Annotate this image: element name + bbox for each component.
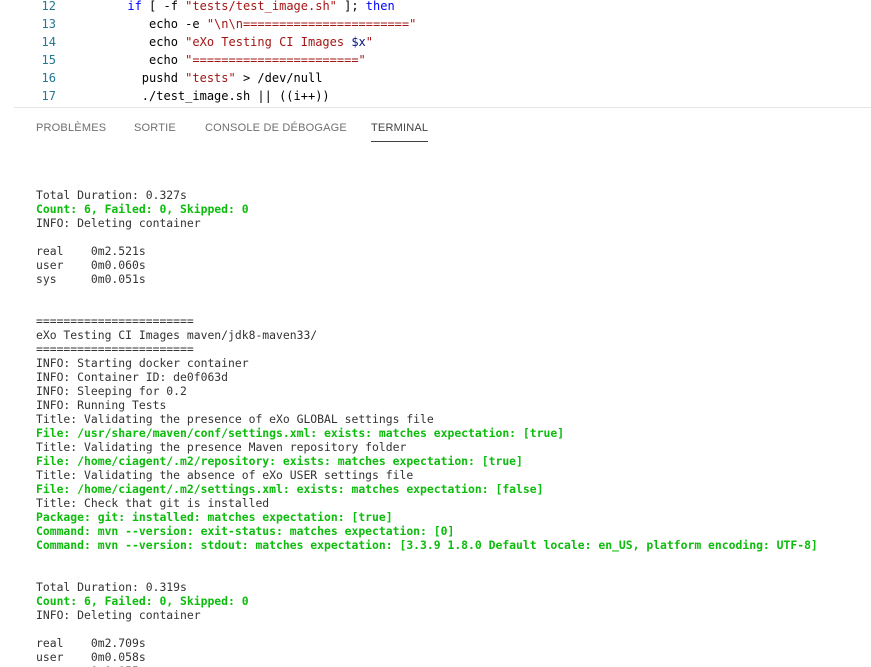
code-token: then: [365, 0, 395, 13]
line-number: 15: [41, 53, 56, 67]
code-token: pushd: [84, 71, 186, 85]
terminal-line: =======================: [36, 342, 194, 356]
terminal-line: Command: mvn --version: exit-status: mat…: [36, 524, 455, 538]
code-token: echo: [84, 53, 186, 67]
line-number: 14: [41, 35, 56, 49]
code-token: ": [365, 35, 374, 49]
terminal-line: =======================: [36, 314, 194, 328]
terminal-line: INFO: Running Tests: [36, 398, 167, 412]
code-text: if [ -f "tests/test_image.sh" ]; then: [84, 0, 395, 15]
code-token: "tests/test_image.sh": [185, 0, 337, 13]
tab-terminal-label: TERMINAL: [371, 122, 429, 134]
terminal-line: Package: git: installed: matches expecta…: [36, 510, 393, 524]
line-number: 17: [41, 89, 56, 103]
code-text: echo "=======================": [84, 51, 366, 69]
code-token: "eXo Testing CI Images: [185, 35, 352, 49]
code-token: if: [127, 0, 142, 13]
tab-problems-label: PROBLÈMES: [36, 122, 107, 134]
panel-tab-bar: PROBLÈMES SORTIE CONSOLE DE DÉBOGAGE TER…: [0, 108, 871, 144]
line-number: 13: [41, 17, 56, 31]
tab-output-label: SORTIE: [134, 122, 176, 134]
terminal-line: File: /home/ciagent/.m2/repository: exis…: [36, 454, 523, 468]
code-token: [ -f: [141, 0, 186, 13]
terminal-line: Title: Validating the presence of eXo GL…: [36, 412, 434, 426]
line-number: 12: [41, 0, 56, 13]
terminal-line: File: /usr/share/maven/conf/settings.xml…: [36, 426, 565, 440]
terminal-line: INFO: Container ID: de0f063d: [36, 370, 229, 384]
terminal-line: eXo Testing CI Images maven/jdk8-maven33…: [36, 328, 318, 342]
terminal-line: Title: Validating the presence Maven rep…: [36, 440, 407, 454]
terminal-line: INFO: Deleting container: [36, 608, 201, 622]
code-text: echo -e "\n\n=======================": [84, 15, 416, 33]
tab-output[interactable]: SORTIE: [134, 108, 176, 144]
tab-problems[interactable]: PROBLÈMES: [36, 108, 106, 144]
terminal-line: INFO: Sleeping for 0.2: [36, 384, 187, 398]
tab-debug-console-label: CONSOLE DE DÉBOGAGE: [205, 122, 347, 134]
terminal-line: sys 0m0.051s: [36, 272, 146, 286]
code-text: echo "eXo Testing CI Images $x": [84, 33, 373, 51]
code-token: "\n\n=======================": [206, 17, 417, 31]
code-token: "=======================": [185, 53, 366, 67]
terminal-output: Total Duration: 0.327s Count: 6, Failed: …: [36, 174, 818, 667]
code-line: 17 ./test_image.sh || ((i++)): [0, 87, 871, 105]
code-token: "tests": [185, 71, 236, 85]
code-token: ];: [336, 0, 366, 13]
terminal-line: File: /home/ciagent/.m2/settings.xml: ex…: [36, 482, 544, 496]
terminal-line: Total Duration: 0.319s: [36, 580, 187, 594]
terminal-line: user 0m0.060s: [36, 258, 146, 272]
code-line: 16 pushd "tests" > /dev/null: [0, 69, 871, 87]
code-token: echo: [84, 35, 186, 49]
vscode-window: 12 if [ -f "tests/test_image.sh" ]; then…: [0, 0, 871, 667]
code-line: 12 if [ -f "tests/test_image.sh" ]; then: [0, 0, 871, 15]
terminal-line: Total Duration: 0.327s: [36, 188, 187, 202]
line-number: 16: [41, 71, 56, 85]
terminal-line: user 0m0.058s: [36, 650, 146, 664]
code-line: 14 echo "eXo Testing CI Images $x": [0, 33, 871, 51]
terminal-line: Count: 6, Failed: 0, Skipped: 0: [36, 202, 249, 216]
code-token: > /dev/null: [235, 71, 323, 85]
code-line: 15 echo "=======================": [0, 51, 871, 69]
terminal-line: Title: Validating the absence of eXo USE…: [36, 468, 414, 482]
active-tab-indicator: [371, 141, 429, 142]
code-text: ./test_image.sh || ((i++)): [84, 87, 330, 105]
terminal-line: real 0m2.521s: [36, 244, 146, 258]
terminal-line: INFO: Deleting container: [36, 216, 201, 230]
tab-debug-console[interactable]: CONSOLE DE DÉBOGAGE: [205, 108, 347, 144]
code-token: ./test_image.sh || ((i++)): [84, 89, 330, 103]
terminal-line: INFO: Starting docker container: [36, 356, 249, 370]
terminal-panel[interactable]: Total Duration: 0.327s Count: 6, Failed: …: [0, 144, 871, 667]
tab-terminal[interactable]: TERMINAL: [371, 108, 429, 144]
terminal-line: Command: mvn --version: stdout: matches …: [36, 538, 818, 552]
terminal-line: Count: 6, Failed: 0, Skipped: 0: [36, 594, 249, 608]
code-line: 13 echo -e "\n\n=======================": [0, 15, 871, 33]
code-text: pushd "tests" > /dev/null: [84, 69, 323, 87]
editor-lines: 12 if [ -f "tests/test_image.sh" ]; then…: [0, 0, 871, 105]
code-token: $x: [351, 35, 366, 49]
terminal-line: real 0m2.709s: [36, 636, 146, 650]
terminal-line: Title: Check that git is installed: [36, 496, 270, 510]
code-editor[interactable]: 12 if [ -f "tests/test_image.sh" ]; then…: [0, 0, 871, 108]
code-token: echo -e: [84, 17, 207, 31]
